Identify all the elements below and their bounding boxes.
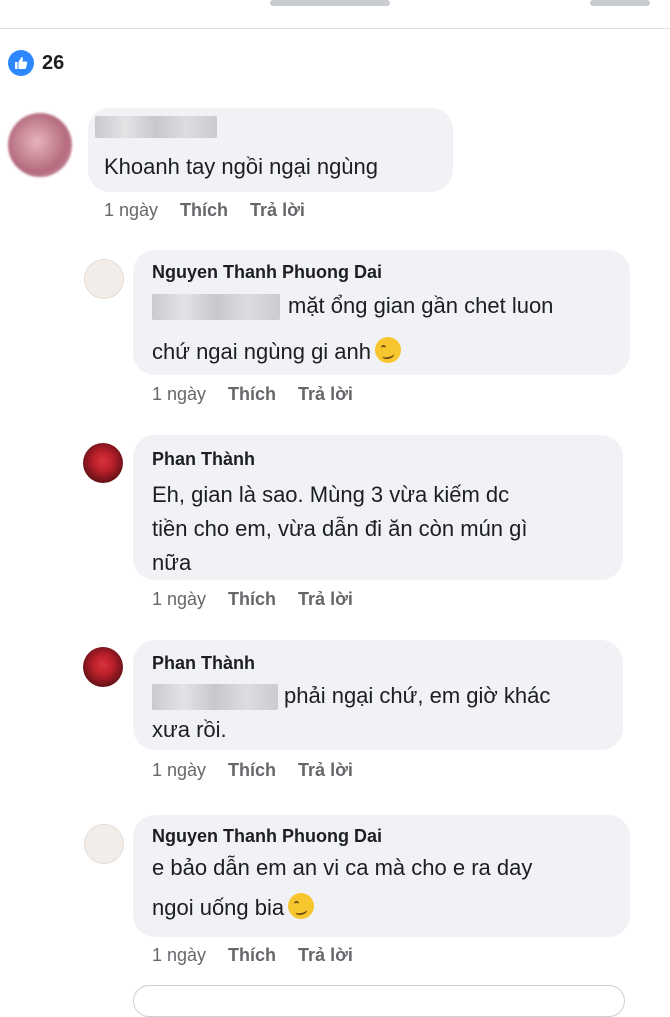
- avatar[interactable]: [83, 647, 123, 687]
- like-icon: [8, 50, 34, 76]
- reply-button[interactable]: Trả lời: [298, 589, 353, 609]
- reply-button[interactable]: Trả lời: [298, 384, 353, 404]
- comment-text: e bảo dẫn em an vi ca mà cho e ra day ng…: [152, 855, 533, 920]
- reply-button[interactable]: Trả lời: [250, 200, 305, 220]
- top-cut-element: [270, 0, 390, 6]
- like-button[interactable]: Thích: [228, 384, 276, 404]
- comment-author[interactable]: Nguyen Thanh Phuong Dai: [152, 826, 382, 847]
- top-cut-element: [590, 0, 650, 6]
- comment-time[interactable]: 1 ngày: [104, 200, 158, 220]
- comment-author[interactable]: Nguyen Thanh Phuong Dai: [152, 262, 382, 283]
- comment-meta: 1 ngày Thích Trả lời: [152, 760, 375, 781]
- comment-time[interactable]: 1 ngày: [152, 945, 206, 965]
- comment-meta: 1 ngày Thích Trả lời: [152, 589, 375, 610]
- emoji-icon: [288, 893, 315, 919]
- comment-meta: 1 ngày Thích Trả lời: [152, 384, 375, 405]
- comment-text: phải ngại chứ, em giờ khác xưa rồi.: [152, 683, 551, 742]
- next-comment-bubble: [133, 985, 625, 1017]
- like-button[interactable]: Thích: [180, 200, 228, 220]
- comment-meta: 1 ngày Thích Trả lời: [104, 200, 327, 221]
- reply-button[interactable]: Trả lời: [298, 945, 353, 965]
- avatar[interactable]: [8, 113, 72, 177]
- like-button[interactable]: Thích: [228, 945, 276, 965]
- comment-text: mặt ổng gian gần chet luon chứ ngai ngùn…: [152, 293, 554, 364]
- avatar[interactable]: [83, 443, 123, 483]
- comment-time[interactable]: 1 ngày: [152, 760, 206, 780]
- redacted-name: [95, 116, 217, 139]
- comment-author[interactable]: Phan Thành: [152, 449, 255, 470]
- like-button[interactable]: Thích: [228, 760, 276, 780]
- comment-text: Khoanh tay ngồi ngại ngùng: [104, 154, 379, 179]
- divider: [0, 28, 670, 29]
- reply-button[interactable]: Trả lời: [298, 760, 353, 780]
- redacted-name: [152, 684, 278, 711]
- comment-author[interactable]: Phan Thành: [152, 653, 255, 674]
- comment-meta: 1 ngày Thích Trả lời: [152, 945, 375, 966]
- comment-time[interactable]: 1 ngày: [152, 384, 206, 404]
- comment-text: Eh, gian là sao. Mùng 3 vừa kiếm dc tiền…: [152, 482, 528, 575]
- reaction-count: 26: [42, 51, 65, 74]
- reaction-summary[interactable]: 26: [8, 50, 64, 76]
- like-button[interactable]: Thích: [228, 589, 276, 609]
- avatar[interactable]: [84, 259, 124, 299]
- avatar[interactable]: [84, 824, 124, 864]
- comment-author[interactable]: [95, 116, 217, 139]
- comment-time[interactable]: 1 ngày: [152, 589, 206, 609]
- redacted-name: [152, 294, 280, 321]
- emoji-icon: [375, 337, 402, 363]
